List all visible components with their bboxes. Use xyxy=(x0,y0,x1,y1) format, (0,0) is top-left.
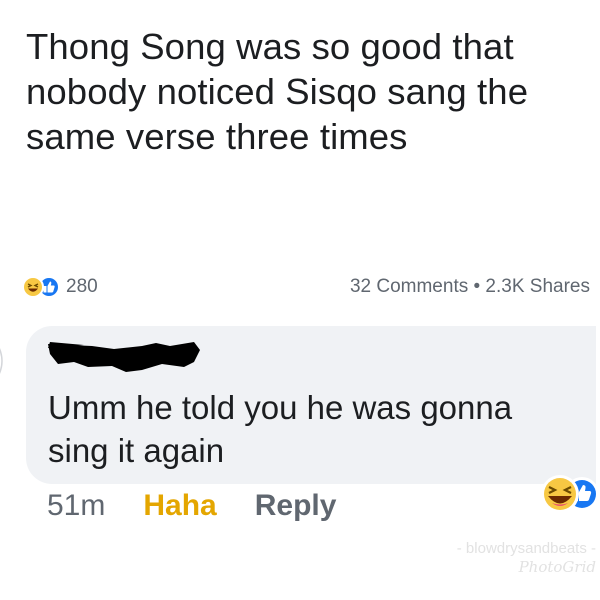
watermark-username: - blowdrysandbeats - xyxy=(456,540,596,557)
post-stats-bar: 280 32 Comments • 2.3K Shares xyxy=(22,274,590,296)
watermark: - blowdrysandbeats - PhotoGrid xyxy=(457,540,596,576)
reply-button[interactable]: Reply xyxy=(255,488,337,524)
reaction-count: 280 xyxy=(66,276,98,296)
comment-actions: 51m Haha Reply xyxy=(47,488,336,524)
comment-timestamp[interactable]: 51m xyxy=(47,488,105,524)
comment-thread-arc xyxy=(0,348,3,374)
post-text: Thong Song was so good that nobody notic… xyxy=(26,26,529,157)
watermark-app-name: PhotoGrid xyxy=(518,558,596,576)
facebook-post-screenshot: Thong Song was so good that nobody notic… xyxy=(0,0,600,600)
haha-reaction-button[interactable]: Haha xyxy=(143,488,216,524)
haha-icon xyxy=(22,276,44,296)
comment-reactions[interactable] xyxy=(536,474,600,514)
comment-text: Umm he told you he was gonna sing it aga… xyxy=(48,389,513,469)
redacted-commenter-name xyxy=(48,342,200,372)
comments-shares-count[interactable]: 32 Comments • 2.3K Shares xyxy=(350,276,590,296)
post-reactions[interactable]: 280 xyxy=(22,276,98,296)
